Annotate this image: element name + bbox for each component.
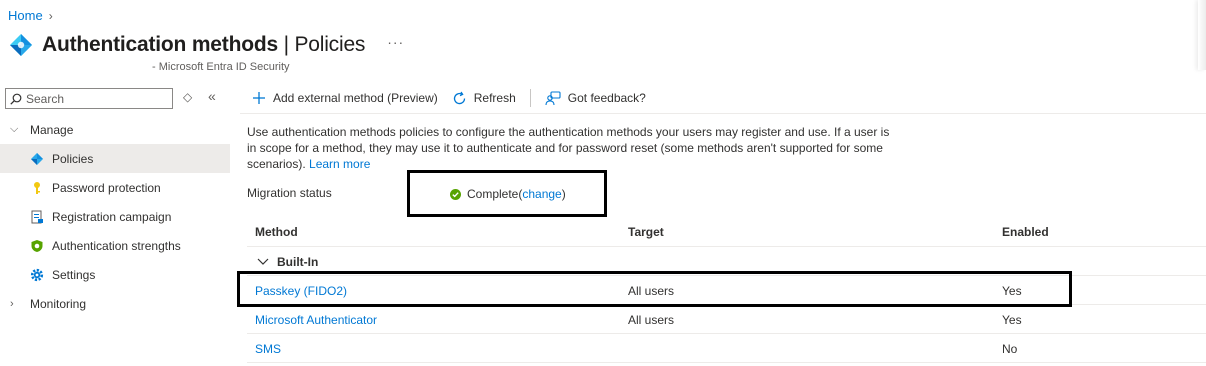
- toolbar-divider-line: [240, 113, 1206, 114]
- sidebar-nav: ⌵ Manage Policies Password protection Re…: [0, 115, 230, 318]
- sidebar-search[interactable]: [5, 88, 173, 109]
- sidebar-item-label: Authentication strengths: [52, 238, 181, 253]
- collapse-sidebar-icon[interactable]: «: [208, 88, 216, 104]
- page-header: Authentication methods | Policies ···: [8, 32, 404, 58]
- gear-icon: [30, 268, 44, 282]
- shield-icon: [30, 239, 44, 253]
- feedback-button[interactable]: Got feedback?: [545, 90, 646, 106]
- table-row[interactable]: Microsoft Authenticator All users Yes: [247, 306, 1206, 334]
- clipboard-icon: [30, 210, 44, 224]
- sidebar-item-label: Registration campaign: [52, 209, 172, 224]
- page-subtitle: - Microsoft Entra ID Security: [152, 61, 290, 73]
- chevron-right-icon: ›: [10, 297, 14, 310]
- sidebar-item-policies[interactable]: Policies: [0, 144, 230, 173]
- migration-status-label: Migration status: [247, 186, 332, 200]
- refresh-label: Refresh: [473, 91, 516, 105]
- enabled-cell: No: [1002, 342, 1018, 356]
- sidebar-item-label: Password protection: [52, 180, 161, 195]
- chevron-down-icon: [257, 255, 269, 269]
- column-header-enabled[interactable]: Enabled: [1002, 225, 1049, 239]
- sidebar-item-registration-campaign[interactable]: Registration campaign: [0, 202, 230, 231]
- sidebar-group-label: Monitoring: [30, 296, 87, 311]
- sidebar-item-label: Policies: [52, 151, 94, 166]
- search-input[interactable]: [26, 91, 166, 106]
- sidebar-item-settings[interactable]: Settings: [0, 260, 230, 289]
- column-header-target[interactable]: Target: [628, 225, 664, 239]
- plus-icon: [252, 91, 266, 105]
- breadcrumb: Home ›: [8, 8, 53, 23]
- feedback-person-icon: [545, 90, 561, 106]
- table-row[interactable]: SMS No: [247, 335, 1206, 363]
- side-panel-edge: [1198, 0, 1206, 70]
- search-icon: [10, 93, 22, 105]
- enabled-cell: Yes: [1002, 313, 1022, 327]
- breadcrumb-home-link[interactable]: Home: [8, 8, 43, 23]
- highlight-box-migration: [407, 170, 607, 217]
- command-bar: Add external method (Preview) Refresh Go…: [252, 87, 660, 109]
- sidebar-group-manage[interactable]: ⌵ Manage: [0, 115, 230, 144]
- column-header-method[interactable]: Method: [255, 225, 298, 239]
- entra-diamond-icon: [10, 34, 32, 56]
- method-link[interactable]: Microsoft Authenticator: [255, 313, 377, 327]
- expand-collapse-icon[interactable]: ◇: [183, 90, 192, 104]
- feedback-label: Got feedback?: [567, 91, 646, 105]
- sidebar-item-password-protection[interactable]: Password protection: [0, 173, 230, 202]
- method-link[interactable]: SMS: [255, 342, 281, 356]
- diamond-icon: [30, 152, 44, 166]
- sidebar-group-label: Manage: [30, 122, 74, 137]
- add-external-method-button[interactable]: Add external method (Preview): [252, 91, 438, 105]
- policies-description: Use authentication methods policies to c…: [247, 125, 890, 171]
- target-cell: All users: [628, 313, 675, 327]
- key-icon: [30, 181, 44, 195]
- refresh-icon: [452, 91, 467, 106]
- page-title: Authentication methods | Policies: [42, 33, 366, 56]
- chevron-right-icon: ›: [48, 8, 53, 23]
- sidebar-group-monitoring[interactable]: › Monitoring: [0, 289, 230, 318]
- sidebar-item-authentication-strengths[interactable]: Authentication strengths: [0, 231, 230, 260]
- refresh-button[interactable]: Refresh: [452, 91, 516, 106]
- table-group-label: Built-In: [277, 254, 319, 269]
- more-actions-button[interactable]: ···: [387, 34, 404, 50]
- add-external-method-label: Add external method (Preview): [273, 91, 438, 105]
- highlight-box-passkey-row: [237, 271, 1072, 307]
- learn-more-link[interactable]: Learn more: [309, 157, 370, 171]
- toolbar-divider: [529, 89, 531, 107]
- table-header: Method Target Enabled: [247, 219, 1206, 247]
- sidebar-item-label: Settings: [52, 267, 96, 282]
- chevron-down-icon: ⌵: [10, 123, 19, 135]
